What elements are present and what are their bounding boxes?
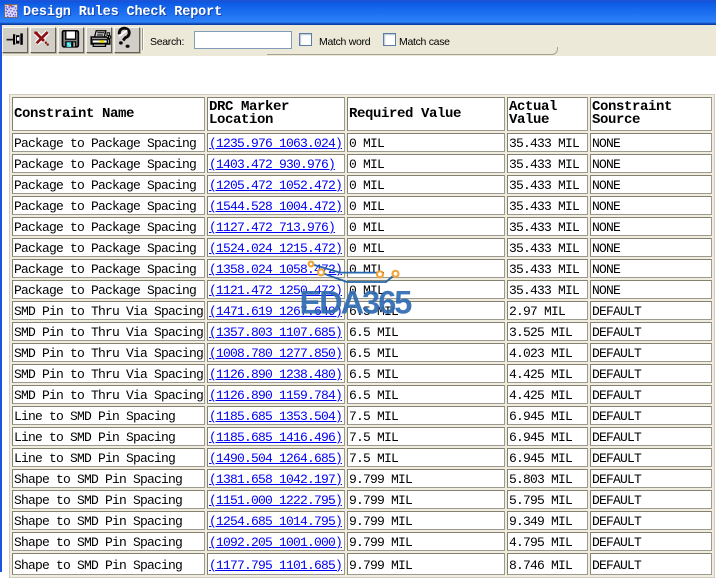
svg-text:EDA365: EDA365 (300, 285, 413, 321)
